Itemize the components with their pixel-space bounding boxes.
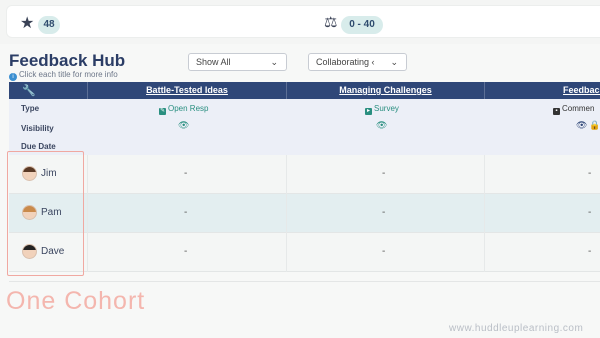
column-battle-tested-ideas[interactable]: Battle-Tested Ideas	[87, 82, 286, 99]
table-row: Pam - - -	[9, 194, 600, 233]
column-managing-challenges[interactable]: Managing Challenges	[286, 82, 484, 99]
show-filter-select[interactable]: Show All ⌄	[188, 53, 287, 71]
comment-icon: ▪	[553, 108, 560, 115]
stats-card	[6, 5, 600, 38]
cell-value[interactable]: -	[184, 207, 187, 218]
cohort-highlight-box	[7, 151, 84, 276]
info-icon: i	[9, 73, 17, 81]
mode-filter-select[interactable]: Collaborating ‹ ⌄	[308, 53, 407, 71]
mode-filter-value: Collaborating ‹	[316, 57, 375, 67]
range-badge: 0 - 40	[341, 16, 383, 34]
lock-icon[interactable]: 🔒	[589, 121, 600, 131]
cell-value[interactable]: -	[382, 168, 385, 179]
table-row: Jim - - -	[9, 155, 600, 194]
hint-text: i Click each title for more info	[9, 70, 118, 81]
star-icon: ★	[20, 13, 35, 32]
chevron-down-icon: ⌄	[390, 57, 398, 67]
table-row: Dave - - -	[9, 233, 600, 272]
table-header: 🔧 Battle-Tested Ideas Managing Challenge…	[9, 82, 600, 112]
type-label: Type	[21, 104, 40, 113]
eye-icon[interactable]: 👁	[576, 121, 587, 131]
cell-value[interactable]: -	[588, 246, 591, 257]
page-title: Feedback Hub	[9, 51, 126, 70]
eye-icon[interactable]: 👁	[178, 121, 189, 131]
hint-label: Click each title for more info	[19, 70, 118, 79]
cell-value[interactable]: -	[184, 246, 187, 257]
column-feedback[interactable]: Feedback &	[484, 82, 600, 112]
top-stats-bar: ★ 48 ⚖ 0 - 40	[0, 0, 600, 44]
type-cell: ▪ Commen	[553, 104, 594, 115]
survey-icon: ▸	[365, 108, 372, 115]
cell-value[interactable]: -	[382, 207, 385, 218]
type-value: Commen	[562, 104, 595, 113]
watermark: www.huddleuplearning.com	[449, 323, 584, 334]
type-cell: ✎ Open Resp	[159, 104, 208, 115]
divider	[9, 281, 600, 282]
eye-icon[interactable]: 👁	[376, 121, 387, 131]
cell-value[interactable]: -	[588, 207, 591, 218]
type-cell: ▸ Survey	[365, 104, 399, 115]
due-date-label: Due Date	[21, 142, 56, 151]
wrench-icon[interactable]: 🔧	[22, 83, 36, 98]
cell-value[interactable]: -	[588, 168, 591, 179]
cell-value[interactable]: -	[382, 246, 385, 257]
meta-rows: Type Visibility Due Date ✎ Open Resp ▸ Sur…	[9, 99, 600, 155]
visibility-label: Visibility	[21, 124, 54, 133]
type-value: Open Resp	[168, 104, 209, 113]
cell-value[interactable]: -	[184, 168, 187, 179]
show-filter-value: Show All	[196, 57, 231, 67]
cohort-caption: One Cohort	[6, 287, 146, 315]
chevron-down-icon: ⌄	[270, 57, 278, 67]
type-value: Survey	[374, 104, 399, 113]
scale-icon: ⚖	[324, 13, 338, 31]
open-response-icon: ✎	[159, 108, 166, 115]
star-count-badge: 48	[38, 16, 60, 34]
